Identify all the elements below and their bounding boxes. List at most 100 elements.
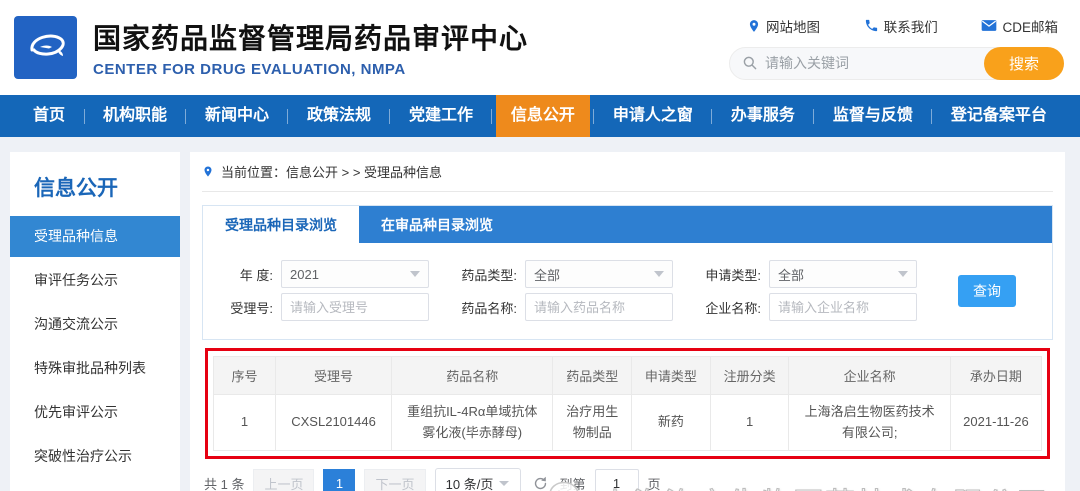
filter-label: 药品名称: xyxy=(461,300,517,316)
filter-select-value: 2021 xyxy=(290,266,319,282)
contact-label: 联系我们 xyxy=(883,19,938,35)
filter-select[interactable]: 全部 xyxy=(769,260,917,288)
nav-item-7[interactable]: 申请人之窗 xyxy=(598,95,708,137)
goto-suffix: 页 xyxy=(647,476,661,491)
pagination: 共 1 条 上一页 1 下一页 10 条/页 到第 页 xyxy=(202,468,1053,491)
envelope-icon xyxy=(982,20,997,31)
quick-links: 网站地图 联系我们 CDE邮箱 xyxy=(729,16,1064,36)
nav-item-9[interactable]: 监督与反馈 xyxy=(818,95,928,137)
filter-group-1-3: 申请类型: 全部 xyxy=(695,260,917,288)
contact-link[interactable]: 联系我们 xyxy=(864,16,938,36)
filter-label: 申请类型: xyxy=(705,267,761,283)
table-header-cell: 注册分类 xyxy=(709,356,790,395)
table-header-cell: 承办日期 xyxy=(949,356,1043,395)
goto-prefix: 到第 xyxy=(559,476,586,491)
filter-input[interactable] xyxy=(769,293,917,321)
chevron-down-icon xyxy=(410,271,420,277)
search-icon xyxy=(743,56,757,70)
table-cell: CXSL2101446 xyxy=(275,394,392,451)
filter-select[interactable]: 全部 xyxy=(525,260,673,288)
sidebar-item-6[interactable]: 突破性治疗公示 xyxy=(10,436,180,477)
table-cell: 新药 xyxy=(631,394,711,451)
breadcrumb-text: 当前位置：信息公开 > > 受理品种信息 xyxy=(221,165,443,180)
table-cell: 重组抗IL-4Rα单域抗体雾化液(毕赤酵母) xyxy=(390,394,554,451)
tab-2[interactable]: 在审品种目录浏览 xyxy=(359,206,515,243)
location-pin-icon xyxy=(749,19,759,32)
mailbox-label: CDE邮箱 xyxy=(1002,19,1058,35)
filter-label: 受理号: xyxy=(230,300,273,316)
filter-group-2-2: 药品名称: xyxy=(451,293,673,321)
sidebar-item-2[interactable]: 审评任务公示 xyxy=(10,260,180,301)
sidebar-title: 信息公开 xyxy=(34,177,118,200)
table-header-cell: 药品类型 xyxy=(552,356,633,395)
refresh-icon[interactable] xyxy=(532,475,549,491)
sitemap-label: 网站地图 xyxy=(766,19,820,35)
tab-1[interactable]: 受理品种目录浏览 xyxy=(203,206,359,243)
nav-divider xyxy=(491,108,493,124)
sidebar-item-1[interactable]: 受理品种信息 xyxy=(10,216,180,257)
nav-item-10[interactable]: 登记备案平台 xyxy=(936,95,1062,137)
sidebar: 信息公开 受理品种信息 审评任务公示 沟通交流公示 特殊审批品种列表 优先审评公示 突破性… xyxy=(10,152,180,491)
filter-label: 药品类型: xyxy=(461,267,517,283)
table-cell: 治疗用生物制品 xyxy=(552,394,633,451)
nav-item-6[interactable]: 信息公开 xyxy=(495,95,590,137)
nav-item-1[interactable]: 首页 xyxy=(18,95,80,137)
nav-divider xyxy=(287,108,289,124)
filter-select-value: 全部 xyxy=(778,267,805,283)
nav-item-5[interactable]: 党建工作 xyxy=(394,95,488,137)
cde-logo-swirl xyxy=(29,34,65,56)
goto-page-input[interactable] xyxy=(594,469,639,491)
page-size-select[interactable]: 10 条/页 xyxy=(434,468,521,491)
filter-select-value: 全部 xyxy=(534,267,561,283)
filter-panel: 受理品种目录浏览 在审品种目录浏览 年 度: 2021 药品类型: 全部 申请类型: 全部 … xyxy=(202,205,1053,340)
table-header-cell: 药品名称 xyxy=(390,356,554,395)
filter-input[interactable] xyxy=(525,293,673,321)
main-nav: 首页 机构职能 新闻中心 政策法规 党建工作 信息公开 申请人之窗 办事服务 监督与反馈 登记备案… xyxy=(0,95,1080,137)
sidebar-item-7[interactable]: 三合一序列公示 xyxy=(10,480,180,491)
sidebar-item-4[interactable]: 特殊审批品种列表 xyxy=(10,348,180,389)
table-header-cell: 申请类型 xyxy=(631,356,711,395)
table-cell: 上海洛启生物医药技术有限公司; xyxy=(788,394,951,451)
filter-select[interactable]: 2021 xyxy=(281,260,429,288)
content-panel: 当前位置：信息公开 > > 受理品种信息 受理品种目录浏览 在审品种目录浏览 年 … xyxy=(190,152,1065,491)
site-title-en: CENTER FOR DRUG EVALUATION, NMPA xyxy=(93,61,406,78)
table-row: 1 CXSL2101446 重组抗IL-4Rα单域抗体雾化液(毕赤酵母) 治疗用生物制… xyxy=(212,394,1043,451)
page-number-button[interactable]: 1 xyxy=(323,469,356,491)
query-button[interactable]: 查询 xyxy=(958,275,1016,307)
chevron-down-icon xyxy=(654,271,664,277)
search-input[interactable] xyxy=(765,55,955,71)
chevron-down-icon xyxy=(499,480,510,486)
table-cell: 2021-11-26 xyxy=(949,394,1043,451)
nav-item-8[interactable]: 办事服务 xyxy=(716,95,810,137)
sidebar-item-3[interactable]: 沟通交流公示 xyxy=(10,304,180,345)
filter-label: 企业名称: xyxy=(705,300,761,316)
nav-divider xyxy=(185,108,187,124)
next-page-button[interactable]: 下一页 xyxy=(364,469,426,491)
nav-divider xyxy=(389,108,391,124)
page-size-value: 10 条/页 xyxy=(445,476,494,491)
prev-page-button[interactable]: 上一页 xyxy=(253,469,315,491)
annotation-red-box: 序号 受理号 药品名称 药品类型 申请类型 注册分类 企业名称 承办日期 1 CXSL21014… xyxy=(205,348,1050,459)
nav-item-4[interactable]: 政策法规 xyxy=(292,95,386,137)
filter-group-2-1: 受理号: xyxy=(207,293,429,321)
table-header-cell: 序号 xyxy=(212,356,277,395)
search-button[interactable]: 搜索 xyxy=(984,46,1064,80)
table-header-cell: 受理号 xyxy=(275,356,392,395)
nav-item-2[interactable]: 机构职能 xyxy=(88,95,182,137)
filter-input[interactable] xyxy=(281,293,429,321)
total-count: 共 1 条 xyxy=(204,476,245,491)
nav-item-3[interactable]: 新闻中心 xyxy=(190,95,284,137)
mailbox-link[interactable]: CDE邮箱 xyxy=(981,16,1058,36)
sitemap-link[interactable]: 网站地图 xyxy=(747,16,820,36)
cde-logo xyxy=(14,16,77,79)
nav-divider xyxy=(593,108,595,124)
sidebar-item-5[interactable]: 优先审评公示 xyxy=(10,392,180,433)
filter-group-1-1: 年 度: 2021 xyxy=(207,260,429,288)
nav-divider xyxy=(813,108,815,124)
breadcrumb-pin-icon xyxy=(204,166,212,177)
phone-icon xyxy=(865,19,877,32)
filter-group-2-3: 企业名称: xyxy=(695,293,917,321)
tab-bar: 受理品种目录浏览 在审品种目录浏览 xyxy=(203,206,1052,243)
filters: 年 度: 2021 药品类型: 全部 申请类型: 全部 受理号: 药品名称: 企业名称: 查询 xyxy=(203,243,1052,339)
table-cell: 1 xyxy=(212,394,277,451)
